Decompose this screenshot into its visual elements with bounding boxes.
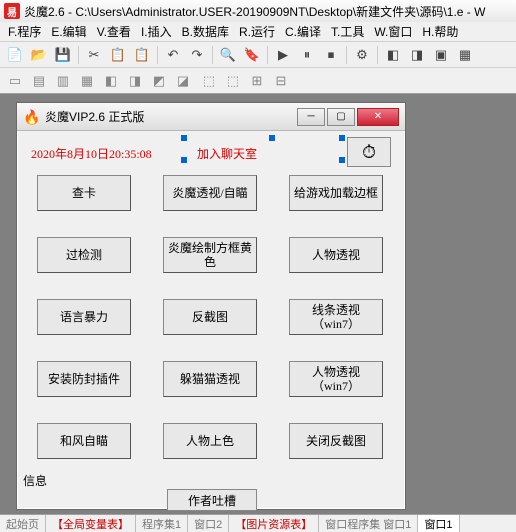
- main-title: 炎魔2.6 - C:\Users\Administrator.USER-2019…: [24, 3, 485, 20]
- feature-button[interactable]: 关闭反截图: [289, 423, 383, 459]
- feature-button[interactable]: 查卡: [37, 175, 131, 211]
- toolbar-button[interactable]: 🔍: [217, 44, 239, 66]
- layout-button[interactable]: ⊞: [246, 70, 268, 92]
- toolbar-main: 📄📂💾✂📋📋↶↷🔍🔖▶⏸⏹⚙◧◨▣▦: [0, 42, 516, 68]
- form-designer-window: 🔥 炎魔VIP2.6 正式版 ─ ▢ ✕ 2020年8月10日20:35:08 …: [16, 102, 406, 510]
- toolbar-button[interactable]: 📂: [28, 44, 50, 66]
- main-titlebar: 易 炎魔2.6 - C:\Users\Administrator.USER-20…: [0, 0, 516, 22]
- layout-button[interactable]: ▦: [76, 70, 98, 92]
- feature-button[interactable]: 和风自瞄: [37, 423, 131, 459]
- menu-program[interactable]: F.程序: [4, 23, 45, 40]
- layout-button[interactable]: ⬚: [222, 70, 244, 92]
- toolbar-button[interactable]: ◨: [406, 44, 428, 66]
- menu-insert[interactable]: I.插入: [137, 23, 176, 40]
- layout-button[interactable]: ⬚: [198, 70, 220, 92]
- join-chat-label[interactable]: 加入聊天室: [197, 145, 257, 162]
- layout-button[interactable]: ◨: [124, 70, 146, 92]
- layout-button[interactable]: ◪: [172, 70, 194, 92]
- menu-view[interactable]: V.查看: [93, 23, 135, 40]
- toolbar-button[interactable]: ▦: [454, 44, 476, 66]
- child-title: 炎魔VIP2.6 正式版: [45, 108, 295, 125]
- bottom-tab[interactable]: 【全局变量表】: [46, 515, 136, 532]
- menu-help[interactable]: H.帮助: [418, 23, 462, 40]
- layout-button[interactable]: ◩: [148, 70, 170, 92]
- bottom-tab[interactable]: 【图片资源表】: [229, 515, 319, 532]
- toolbar-button[interactable]: ⏸: [296, 44, 318, 66]
- toolbar-button[interactable]: 📋: [107, 44, 129, 66]
- bottom-tab[interactable]: 窗口2: [188, 515, 229, 532]
- selection-marker: [339, 135, 345, 141]
- feature-button[interactable]: 人物上色: [163, 423, 257, 459]
- feature-button[interactable]: 过检测: [37, 237, 131, 273]
- maximize-button[interactable]: ▢: [327, 108, 355, 126]
- app-icon: 易: [4, 3, 20, 19]
- bottom-tab[interactable]: 程序集1: [136, 515, 188, 532]
- menu-window[interactable]: W.窗口: [370, 23, 416, 40]
- feature-button[interactable]: 反截图: [163, 299, 257, 335]
- timestamp-label: 2020年8月10日20:35:08: [31, 145, 152, 162]
- toolbar-layout: ▭▤▥▦◧◨◩◪⬚⬚⊞⊟: [0, 68, 516, 94]
- selection-marker: [181, 135, 187, 141]
- child-body: 2020年8月10日20:35:08 加入聊天室 ⏱ 查卡炎魔透视/自瞄给游戏加…: [17, 131, 405, 509]
- workspace: 🔥 炎魔VIP2.6 正式版 ─ ▢ ✕ 2020年8月10日20:35:08 …: [0, 94, 516, 514]
- bottom-tab[interactable]: 窗口1: [418, 515, 459, 532]
- menubar: F.程序 E.编辑 V.查看 I.插入 B.数据库 R.运行 C.编译 T.工具…: [0, 22, 516, 42]
- feature-button[interactable]: 给游戏加载边框: [289, 175, 383, 211]
- feature-button[interactable]: 炎魔透视/自瞄: [163, 175, 257, 211]
- bottom-tab[interactable]: 窗口程序集 窗口1: [319, 515, 418, 532]
- minimize-button[interactable]: ─: [297, 108, 325, 126]
- toolbar-button[interactable]: ⏹: [320, 44, 342, 66]
- feature-button[interactable]: 炎魔绘制方框黄色: [163, 237, 257, 273]
- menu-edit[interactable]: E.编辑: [47, 23, 90, 40]
- feature-button[interactable]: 躲猫猫透视: [163, 361, 257, 397]
- author-button[interactable]: 作者吐槽: [167, 489, 257, 511]
- bottom-tab[interactable]: 起始页: [0, 515, 46, 532]
- timer-button[interactable]: ⏱: [347, 137, 391, 167]
- menu-database[interactable]: B.数据库: [178, 23, 233, 40]
- close-button[interactable]: ✕: [357, 108, 399, 126]
- toolbar-button[interactable]: 💾: [52, 44, 74, 66]
- info-label: 信息: [23, 472, 47, 489]
- feature-button[interactable]: 语言暴力: [37, 299, 131, 335]
- layout-button[interactable]: ⊟: [270, 70, 292, 92]
- feature-button[interactable]: 人物透视（win7）: [289, 361, 383, 397]
- layout-button[interactable]: ▤: [28, 70, 50, 92]
- toolbar-button[interactable]: ◧: [382, 44, 404, 66]
- toolbar-button[interactable]: ↷: [186, 44, 208, 66]
- menu-run[interactable]: R.运行: [235, 23, 279, 40]
- selection-marker: [269, 135, 275, 141]
- bottom-tabs: 起始页【全局变量表】程序集1窗口2【图片资源表】窗口程序集 窗口1窗口1: [0, 514, 516, 532]
- selection-marker: [339, 157, 345, 163]
- toolbar-button[interactable]: ▣: [430, 44, 452, 66]
- feature-button[interactable]: 安装防封插件: [37, 361, 131, 397]
- toolbar-button[interactable]: 📋: [131, 44, 153, 66]
- feature-button[interactable]: 线条透视（win7）: [289, 299, 383, 335]
- layout-button[interactable]: ▥: [52, 70, 74, 92]
- toolbar-button[interactable]: 🔖: [241, 44, 263, 66]
- feature-button[interactable]: 人物透视: [289, 237, 383, 273]
- toolbar-button[interactable]: ↶: [162, 44, 184, 66]
- layout-button[interactable]: ▭: [4, 70, 26, 92]
- menu-compile[interactable]: C.编译: [281, 23, 325, 40]
- menu-tools[interactable]: T.工具: [327, 23, 368, 40]
- toolbar-button[interactable]: 📄: [4, 44, 26, 66]
- toolbar-button[interactable]: ▶: [272, 44, 294, 66]
- toolbar-button[interactable]: ✂: [83, 44, 105, 66]
- child-icon: 🔥: [23, 109, 39, 125]
- toolbar-button[interactable]: ⚙: [351, 44, 373, 66]
- layout-button[interactable]: ◧: [100, 70, 122, 92]
- child-titlebar: 🔥 炎魔VIP2.6 正式版 ─ ▢ ✕: [17, 103, 405, 131]
- selection-marker: [181, 157, 187, 163]
